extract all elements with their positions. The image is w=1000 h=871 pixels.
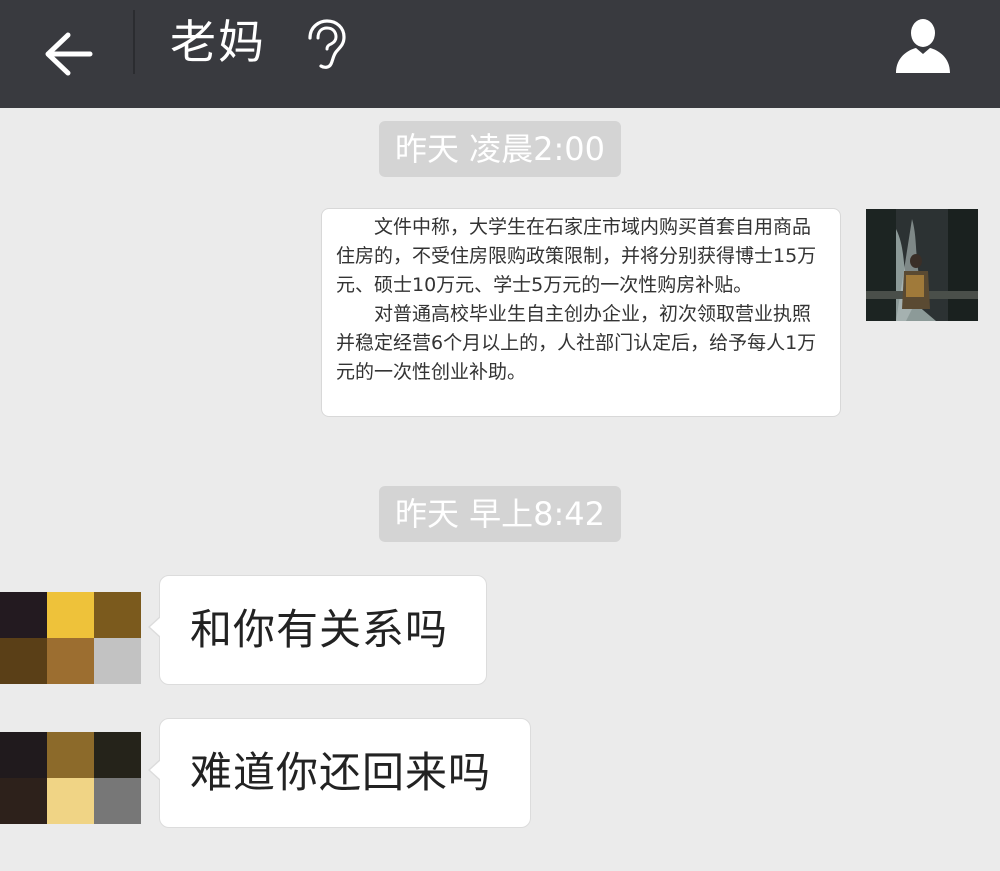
avatar-pixel <box>0 732 47 778</box>
image-text-paragraph: 对普通高校毕业生自主创办企业，初次领取营业执照并稳定经营6个月以上的，人社部门认… <box>336 303 817 383</box>
contact-avatar[interactable] <box>0 592 141 685</box>
avatar-pixel <box>94 732 141 778</box>
chat-header: 老妈 <box>0 0 1000 108</box>
contact-avatar[interactable] <box>0 732 141 825</box>
header-divider <box>133 10 135 74</box>
my-avatar[interactable] <box>866 209 978 321</box>
avatar-pixel <box>0 592 47 638</box>
avatar-pixel <box>94 638 141 684</box>
message-bubble[interactable]: 和你有关系吗 <box>148 575 487 685</box>
image-text-paragraph: 文件中称，大学生在石家庄市域内购买首套自用商品住房的，不受住房限购政策限制，并将… <box>336 216 817 296</box>
message-bubble[interactable]: 难道你还回来吗 <box>148 718 531 828</box>
image-message[interactable]: 文件中称，大学生在石家庄市域内购买首套自用商品住房的，不受住房限购政策限制，并将… <box>321 208 841 417</box>
ear-icon[interactable] <box>300 18 348 70</box>
avatar-pixel <box>47 778 94 824</box>
chat-info-button[interactable] <box>880 10 966 80</box>
message-timestamp: 昨天 早上8:42 <box>379 486 621 542</box>
avatar-pixel <box>94 592 141 638</box>
avatar-pixel <box>0 778 47 824</box>
avatar-pixel <box>47 592 94 638</box>
arrow-left-icon <box>45 32 93 76</box>
back-button[interactable] <box>28 14 108 94</box>
avatar-pixel <box>0 638 47 684</box>
avatar-pixel <box>94 778 141 824</box>
person-icon <box>896 19 950 73</box>
chat-title: 老妈 <box>170 15 266 69</box>
avatar-photo <box>866 209 978 321</box>
message-timestamp: 昨天 凌晨2:00 <box>379 121 621 177</box>
avatar-pixel <box>47 732 94 778</box>
avatar-pixel <box>47 638 94 684</box>
